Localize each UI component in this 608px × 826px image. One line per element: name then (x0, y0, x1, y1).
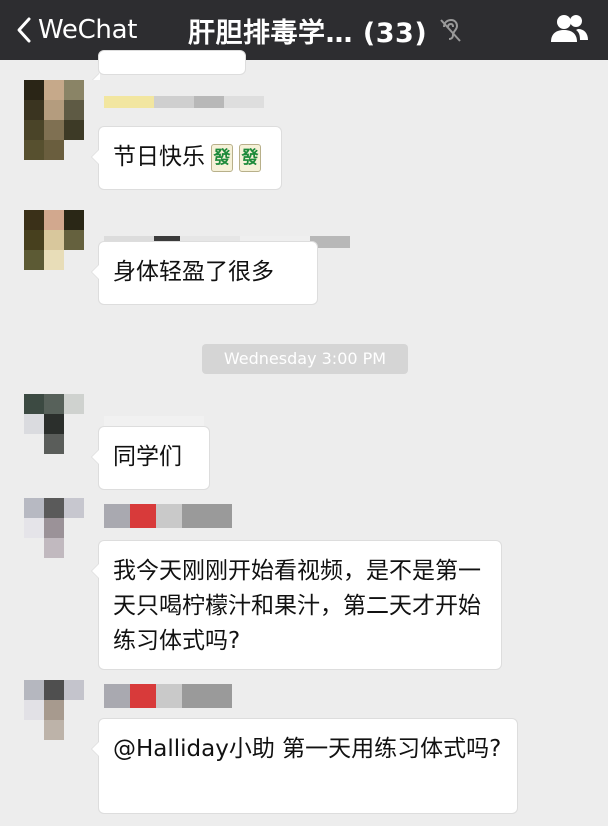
fa-tile-emoji: 發 (239, 143, 261, 172)
back-button[interactable]: WeChat (14, 12, 137, 48)
ear-muted-icon (440, 18, 461, 42)
sender-name-blurred (104, 684, 232, 708)
message-bubble-partial (91, 50, 246, 89)
message-text: @Halliday小助 第一天用练习体式吗? (113, 736, 502, 762)
message-text: 我今天刚刚开始看视频，是不是第一天只喝柠檬汁和果汁，第二天才开始练习体式吗? (113, 558, 481, 654)
message-text: 身体轻盈了很多 (113, 259, 274, 285)
message-bubble[interactable]: 同学们 (91, 426, 210, 490)
sender-name-blurred (104, 504, 232, 528)
avatar[interactable] (24, 80, 104, 160)
sender-name-blurred (104, 96, 264, 108)
message-bubble[interactable]: 我今天刚刚开始看视频，是不是第一天只喝柠檬汁和果汁，第二天才开始练习体式吗? (91, 540, 502, 670)
message-text: 同学们 (113, 444, 182, 470)
nav-bar: WeChat 肝胆排毒学… (33) (0, 0, 608, 60)
chat-title-area: 肝胆排毒学… (33) (188, 12, 463, 49)
message-bubble[interactable]: 身体轻盈了很多 (91, 241, 318, 305)
chevron-left-icon (17, 17, 31, 43)
chat-title: 肝胆排毒学… (33) (188, 17, 428, 49)
message-bubble[interactable]: @Halliday小助 第一天用练习体式吗? (91, 718, 518, 814)
chat-area[interactable]: 节日快乐發發 身体轻盈了很多 Wednesday 3:00 PM 同学们 我今天… (0, 50, 608, 826)
message-text: 节日快乐 (113, 144, 205, 170)
message-bubble[interactable]: 节日快乐發發 (91, 126, 282, 190)
timestamp-label: Wednesday 3:00 PM (202, 344, 408, 374)
group-members-icon[interactable] (548, 12, 590, 44)
fa-tile-emoji: 發 (211, 143, 233, 172)
back-label: WeChat (38, 15, 138, 45)
